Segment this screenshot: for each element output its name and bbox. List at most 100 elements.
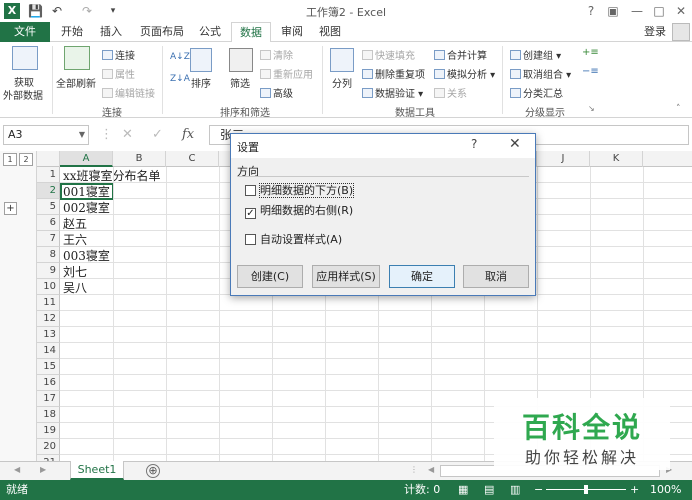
properties-button[interactable]: 属性	[102, 66, 135, 81]
cell-a[interactable]: 王六	[63, 232, 87, 248]
row-header[interactable]: 20	[37, 439, 60, 455]
cell-a[interactable]: 003寝室	[63, 248, 110, 264]
row-header[interactable]: 9	[37, 263, 60, 279]
outline-level-2-button[interactable]: 2	[19, 153, 33, 166]
name-box-dropdown-icon[interactable]: ▼	[79, 126, 85, 144]
cell-a[interactable]: 刘七	[63, 264, 87, 280]
tab-home[interactable]: 开始	[56, 22, 88, 42]
row-header[interactable]: 19	[37, 423, 60, 439]
flash-fill-button[interactable]: 快速填充	[362, 47, 415, 62]
tab-data[interactable]: 数据	[231, 22, 271, 43]
sort-button[interactable]: 排序	[191, 75, 211, 90]
advanced-filter-button[interactable]: 高级	[260, 85, 293, 100]
collapse-ribbon-icon[interactable]: ˄	[676, 104, 681, 114]
summary-below-label[interactable]: 明细数据的下方(B)	[258, 183, 355, 198]
add-sheet-icon[interactable]: ⊕	[146, 464, 160, 478]
row-header[interactable]: 12	[37, 311, 60, 327]
sort-za-icon[interactable]: Z↓A	[170, 74, 190, 84]
edit-links-button[interactable]: 编辑链接	[102, 85, 155, 100]
tab-view[interactable]: 视图	[314, 22, 346, 42]
next-sheet-icon[interactable]: ▶	[40, 465, 46, 474]
create-button[interactable]: 创建(C)	[237, 265, 303, 288]
zoom-in-icon[interactable]: +	[630, 483, 639, 497]
row-header[interactable]: 14	[37, 343, 60, 359]
zoom-slider-thumb[interactable]	[584, 485, 588, 494]
cell-a[interactable]: 吴八	[63, 280, 87, 296]
row-header[interactable]: 11	[37, 295, 60, 311]
relationships-button[interactable]: 关系	[434, 85, 467, 100]
tab-split-icon[interactable]: ⋮	[410, 465, 418, 474]
cell-a[interactable]: xx班寝室分布名单	[63, 168, 161, 184]
hide-detail-icon[interactable]: −≡	[582, 66, 599, 77]
table-row[interactable]	[60, 375, 692, 391]
column-header[interactable]: C	[166, 151, 219, 167]
clear-button[interactable]: 清除	[260, 47, 293, 62]
what-if-analysis-button[interactable]: 模拟分析 ▾	[434, 66, 495, 81]
show-detail-icon[interactable]: +≡	[582, 47, 599, 58]
sort-dialog-icon[interactable]	[190, 48, 212, 72]
text-to-columns-button[interactable]: 分列	[332, 75, 352, 90]
cancel-button[interactable]: 取消	[463, 265, 529, 288]
row-header[interactable]: 17	[37, 391, 60, 407]
name-box[interactable]: A3 ▼	[3, 125, 89, 145]
sort-az-icon[interactable]: A↓Z	[170, 52, 190, 62]
get-data-label-2[interactable]: 外部数据	[3, 87, 43, 102]
tab-formulas[interactable]: 公式	[194, 22, 226, 42]
row-header[interactable]: 1	[37, 167, 60, 183]
enter-formula-icon[interactable]: ✓	[152, 127, 163, 142]
group-button[interactable]: 创建组 ▾	[510, 47, 561, 62]
sheet-tab-sheet1[interactable]: Sheet1	[70, 461, 124, 480]
checkbox-box[interactable]	[245, 234, 256, 245]
row-header[interactable]: 7	[37, 231, 60, 247]
checkbox-box[interactable]	[245, 185, 256, 196]
row-header[interactable]: 16	[37, 375, 60, 391]
zoom-out-icon[interactable]: −	[534, 483, 543, 497]
summary-right-label[interactable]: 明细数据的右侧(R)	[260, 204, 353, 217]
row-header[interactable]: 8	[37, 247, 60, 263]
column-header[interactable]: J	[537, 151, 590, 167]
dialog-help-icon[interactable]: ?	[471, 137, 477, 151]
page-break-view-icon[interactable]: ▥	[510, 483, 520, 497]
column-header[interactable]: K	[590, 151, 643, 167]
connections-button[interactable]: 连接	[102, 47, 135, 62]
insert-function-icon[interactable]: fx	[182, 127, 194, 142]
apply-styles-button[interactable]: 应用样式(S)	[312, 265, 380, 288]
checkbox-box[interactable]: ✓	[245, 208, 256, 219]
summary-right-checkbox[interactable]: ✓ 明细数据的右侧(R)	[245, 204, 353, 220]
subtotal-button[interactable]: 分类汇总	[510, 85, 563, 100]
outline-level-1-button[interactable]: 1	[3, 153, 17, 166]
dialog-close-icon[interactable]: ✕	[509, 136, 521, 152]
auto-style-checkbox[interactable]: 自动设置样式(A)	[245, 233, 342, 249]
get-external-data-icon[interactable]	[12, 46, 38, 70]
sign-in-link[interactable]: 登录	[644, 22, 666, 42]
help-icon[interactable]: ?	[582, 2, 600, 20]
expand-group-icon[interactable]: +	[4, 202, 17, 215]
close-window-icon[interactable]: ✕	[672, 2, 690, 20]
table-row[interactable]	[60, 311, 692, 327]
consolidate-button[interactable]: 合并计算	[434, 47, 487, 62]
normal-view-icon[interactable]: ▦	[458, 483, 468, 497]
cell-a[interactable]: 赵五	[63, 216, 87, 232]
row-header[interactable]: 18	[37, 407, 60, 423]
cell-a[interactable]: 002寝室	[63, 200, 110, 216]
zoom-level[interactable]: 100%	[650, 483, 681, 497]
reapply-button[interactable]: 重新应用	[260, 66, 313, 81]
text-to-columns-icon[interactable]	[330, 48, 354, 72]
row-header[interactable]: 13	[37, 327, 60, 343]
row-header[interactable]: 5	[37, 199, 60, 215]
tab-file[interactable]: 文件	[0, 22, 50, 42]
column-header[interactable]: A	[60, 151, 113, 167]
scroll-left-icon[interactable]: ◀	[428, 465, 434, 474]
prev-sheet-icon[interactable]: ◀	[14, 465, 20, 474]
maximize-icon[interactable]: □	[650, 2, 668, 20]
table-row[interactable]	[60, 343, 692, 359]
refresh-all-icon[interactable]	[64, 46, 90, 70]
minimize-icon[interactable]: —	[628, 2, 646, 20]
table-row[interactable]	[60, 359, 692, 375]
ungroup-button[interactable]: 取消组合 ▾	[510, 66, 571, 81]
tab-review[interactable]: 审阅	[276, 22, 308, 42]
page-layout-view-icon[interactable]: ▤	[484, 483, 494, 497]
row-header[interactable]: 10	[37, 279, 60, 295]
summary-below-checkbox[interactable]: 明细数据的下方(B)	[245, 183, 355, 200]
row-header[interactable]: 2	[37, 183, 60, 199]
